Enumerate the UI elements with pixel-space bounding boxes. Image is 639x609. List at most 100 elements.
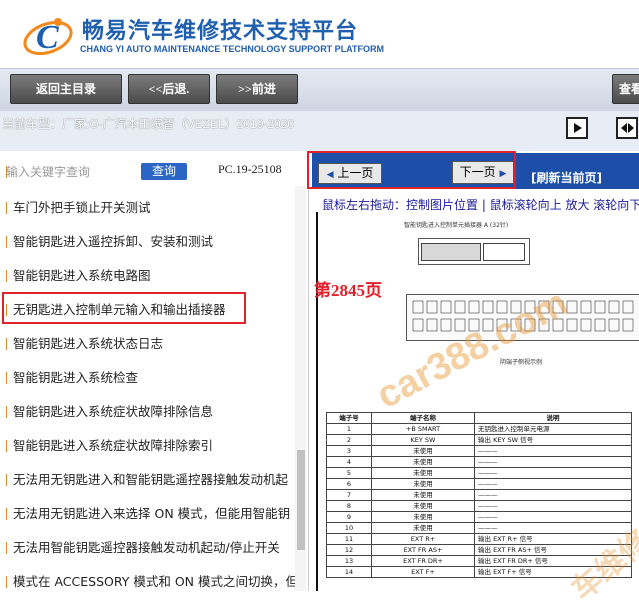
document-list-item-label: 智能钥匙进入系统电路图 <box>13 268 151 283</box>
document-icon <box>0 202 7 214</box>
pin-table-cell: 11 <box>326 533 372 545</box>
page-number-label: 第2845页 <box>314 281 382 300</box>
pin-table-cell: 3 <box>326 445 372 457</box>
connector-pin <box>482 300 494 314</box>
connector-pin <box>608 300 620 314</box>
pin-table-cell: 未使用 <box>371 445 475 457</box>
pin-table-cell: +B SMART <box>371 423 475 435</box>
pin-table-row: 6 未使用 ——— <box>326 478 632 490</box>
pin-table-cell: EXT R+ <box>371 533 475 545</box>
connector-pin <box>580 300 592 314</box>
refresh-page-link[interactable]: [刷新当前页] <box>531 169 602 186</box>
back-button[interactable]: <<后退. <box>128 74 210 104</box>
document-code: PC.19-25108 <box>218 162 282 176</box>
pin-table-row: 9 未使用 ——— <box>326 511 632 523</box>
header: C 畅易汽车维修技术支持平台 CHANG YI AUTO MAINTENANCE… <box>0 0 639 68</box>
document-list-item-label: 无法用无钥匙进入来选择 ON 模式，但能用智能钥 <box>13 506 291 521</box>
pin-table-cell: 未使用 <box>371 478 475 490</box>
expand-panel-button[interactable] <box>566 117 588 139</box>
pin-table-cell: 10 <box>326 522 372 534</box>
document-list-item-label: 智能钥匙进入系统状态日志 <box>13 336 164 351</box>
document-list-item[interactable]: 智能钥匙进入系统症状故障排除信息 <box>0 401 295 423</box>
pin-table-row: 1 +B SMART 无钥匙进入控制单元电源 <box>326 423 632 435</box>
pin-table-cell: KEY SW <box>371 434 475 446</box>
search-button[interactable]: 查询 <box>141 163 187 180</box>
pin-table-cell: 6 <box>326 478 372 490</box>
pin-table-cell: 9 <box>326 511 372 523</box>
document-icon <box>0 542 7 554</box>
pin-table-row: 11 EXT R+ 输出 EXT R+ 信号 <box>326 533 632 545</box>
document-list-item[interactable]: 智能钥匙进入系统状态日志 <box>0 333 295 355</box>
connector-pin <box>622 318 634 332</box>
platform-subtitle: CHANG YI AUTO MAINTENANCE TECHNOLOGY SUP… <box>80 44 385 54</box>
back-to-main-menu-button[interactable]: 返回主目录 <box>10 74 122 104</box>
pin-table-cell: EXT FR DR+ <box>371 555 475 567</box>
connector-pin <box>608 318 620 332</box>
current-model-value: 厂家:G-广汽本田缤智（VEZEL）2019-2020 <box>62 117 295 131</box>
pin-table-cell: 未使用 <box>371 467 475 479</box>
pin-table-cell: ——— <box>474 500 632 512</box>
document-list-item-label: 智能钥匙进入系统症状故障排除信息 <box>13 404 214 419</box>
pin-table-cell: ——— <box>474 445 632 457</box>
document-icon <box>0 338 7 350</box>
document-icon <box>0 270 7 282</box>
document-list-item-label: 无法用无钥匙进入和智能钥匙遥控器接触发动机起 <box>13 472 289 487</box>
pin-table-cell: 1 <box>326 423 372 435</box>
current-model-bar: 当前车型：厂家:G-广汽本田缤智（VEZEL）2019-2020 <box>0 111 639 151</box>
search-input[interactable] <box>6 162 134 182</box>
connector-caption: 阴端子侧视示例 <box>500 359 543 366</box>
current-model-text: 当前车型：厂家:G-广汽本田缤智（VEZEL）2019-2020 <box>2 115 294 132</box>
document-list-item[interactable]: 无法用智能钥匙遥控器接触发动机起动/停止开关 <box>0 537 295 559</box>
forward-button[interactable]: >>前进 <box>216 74 298 104</box>
pin-table-row: 10 未使用 ——— <box>326 522 632 534</box>
document-list-item-label: 智能钥匙进入系统检查 <box>13 370 139 385</box>
document-list-item[interactable]: 无法用无钥匙进入来选择 ON 模式，但能用智能钥 <box>0 503 295 525</box>
collapse-panel-button[interactable] <box>616 117 638 139</box>
connector-pin <box>622 300 634 314</box>
page-buttons-highlight <box>307 151 516 189</box>
diagram-caption: 智能钥匙进入控制单元插接器 A (32针) <box>404 222 509 229</box>
pin-table-cell: EXT FR AS+ <box>371 544 475 556</box>
pin-table-row: 7 未使用 ——— <box>326 489 632 501</box>
document-list-item[interactable]: 车门外把手锁止开关测试 <box>0 197 295 219</box>
document-icon <box>0 406 7 418</box>
connector-pin <box>594 318 606 332</box>
document-icon <box>0 576 7 588</box>
pin-table-cell: 5 <box>326 467 372 479</box>
document-list-item[interactable]: 智能钥匙进入系统症状故障排除索引 <box>0 435 295 457</box>
document-list-item-label: 无法用智能钥匙遥控器接触发动机起动/停止开关 <box>13 540 280 555</box>
pin-table-cell: 4 <box>326 456 372 468</box>
lookup-button[interactable]: 查看 <box>612 74 639 104</box>
connector-pin <box>426 300 438 314</box>
document-list-item-label: 智能钥匙进入遥控拆卸、安装和测试 <box>13 234 214 249</box>
pin-table-cell: 未使用 <box>371 522 475 534</box>
pin-table-cell: 未使用 <box>371 511 475 523</box>
pin-table-cell: 未使用 <box>371 456 475 468</box>
document-list-item[interactable]: 模式在 ACCESSORY 模式和 ON 模式之间切换，但 <box>0 571 295 593</box>
pin-table-cell: 未使用 <box>371 500 475 512</box>
document-list-item[interactable]: 智能钥匙进入系统检查 <box>0 367 295 389</box>
pin-table-cell: 7 <box>326 489 372 501</box>
logo-icon: C <box>23 18 73 56</box>
document-list-item[interactable]: 智能钥匙进入系统电路图 <box>0 265 295 287</box>
selected-item-highlight <box>2 292 246 324</box>
pin-table-header: 说明 <box>474 412 632 424</box>
pin-table-cell: 无钥匙进入控制单元电源 <box>474 423 632 435</box>
pin-table-row: 8 未使用 ——— <box>326 500 632 512</box>
pin-table-cell: 12 <box>326 544 372 556</box>
pin-table-cell: ——— <box>474 478 632 490</box>
scrollbar-thumb[interactable] <box>297 450 305 550</box>
pin-table-row: 5 未使用 ——— <box>326 467 632 479</box>
document-icon <box>0 440 7 452</box>
document-list-item[interactable]: 无法用无钥匙进入和智能钥匙遥控器接触发动机起 <box>0 469 295 491</box>
pin-table-cell: ——— <box>474 489 632 501</box>
play-right-icon <box>574 123 582 133</box>
connector-pin <box>454 300 466 314</box>
connector-pin <box>594 300 606 314</box>
connector-pin <box>468 300 480 314</box>
connector-pin <box>580 318 592 332</box>
pin-table-header: 端子名称 <box>371 412 475 424</box>
document-list-item[interactable]: 智能钥匙进入遥控拆卸、安装和测试 <box>0 231 295 253</box>
nav-bar: 返回主目录 <<后退. >>前进 查看 <box>0 68 639 112</box>
pin-table-header: 端子号 <box>326 412 372 424</box>
